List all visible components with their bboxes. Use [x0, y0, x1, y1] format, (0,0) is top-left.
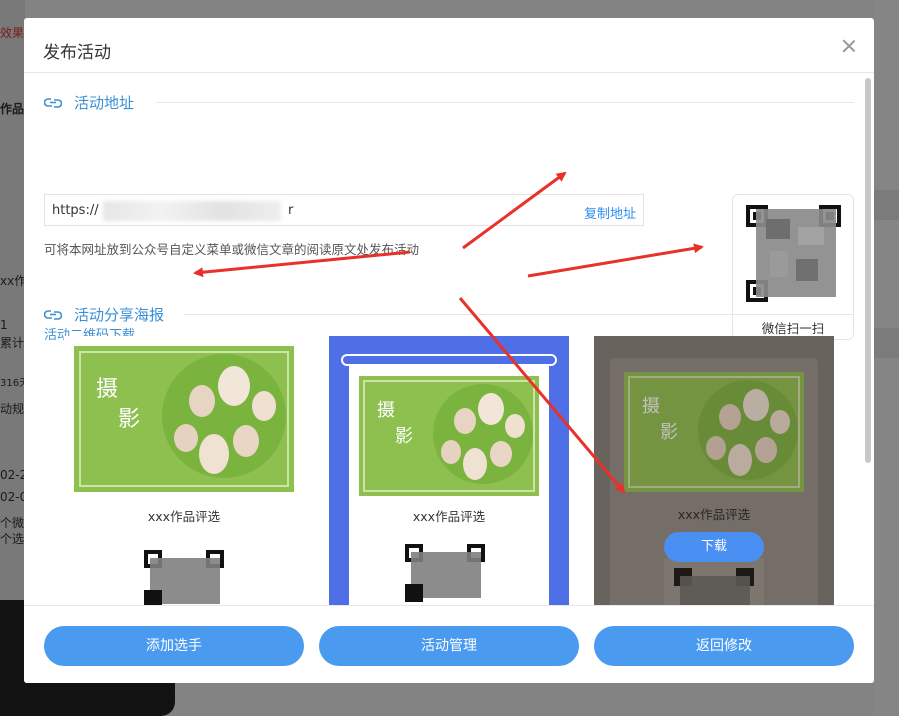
publish-activity-dialog: 发布活动 活动地址 https:// r 复制地址 可将本网址放到公众号自定义菜…	[24, 18, 874, 683]
poster-template-3[interactable]: 摄 影 xxx作品评选 下载	[594, 336, 834, 626]
svg-text:影: 影	[395, 426, 413, 447]
link-icon	[44, 98, 62, 108]
poster-caption: xxx作品评选	[147, 509, 221, 524]
poster-template-1[interactable]: 摄 影 xxx作品评选	[64, 336, 304, 608]
qr-code-icon	[405, 544, 485, 602]
svg-text:摄: 摄	[96, 377, 118, 402]
dialog-header: 发布活动	[24, 18, 874, 73]
qr-code-icon	[144, 550, 224, 608]
poster-qr-code	[395, 534, 495, 602]
url-prefix: https://	[52, 203, 99, 218]
section-title-address: 活动地址	[74, 94, 135, 112]
poster-artwork: 摄 影	[359, 376, 539, 496]
qr-code-icon	[746, 205, 841, 302]
dialog-scrollbar[interactable]	[865, 78, 871, 463]
url-redacted	[103, 201, 281, 221]
link-icon	[44, 310, 62, 320]
dialog-title: 发布活动	[43, 43, 111, 63]
poster-image: 摄 影	[74, 346, 294, 492]
poster-hover-mask	[594, 336, 834, 606]
section-title-posters: 活动分享海报	[74, 306, 165, 324]
close-icon[interactable]	[842, 39, 856, 53]
url-hint-text: 可将本网址放到公众号自定义菜单或微信文章的阅读原文处发布活动	[44, 242, 420, 257]
poster-image: 摄 影	[359, 376, 539, 496]
poster-caption: xxx作品评选	[412, 509, 486, 524]
url-suffix: r	[288, 203, 294, 218]
copy-url-button[interactable]: 复制地址	[584, 203, 636, 222]
poster-ribbon	[341, 354, 557, 366]
section-divider	[184, 314, 854, 315]
dialog-footer: 添加选手 活动管理 返回修改	[24, 605, 874, 683]
activity-manage-button[interactable]: 活动管理	[319, 626, 579, 666]
poster-artwork: 摄 影	[74, 346, 294, 492]
activity-url-field[interactable]: https:// r 复制地址	[44, 194, 644, 226]
svg-text:影: 影	[118, 407, 140, 432]
section-header-address: 活动地址	[44, 92, 854, 114]
back-edit-button[interactable]: 返回修改	[594, 626, 854, 666]
add-player-button[interactable]: 添加选手	[44, 626, 304, 666]
svg-text:摄: 摄	[377, 400, 395, 421]
section-header-posters: 活动分享海报	[44, 304, 854, 326]
poster-qr-code	[134, 540, 234, 608]
poster-inner-card: 摄 影 xxx作品评选	[349, 360, 549, 620]
section-divider	[156, 102, 854, 103]
poster-template-2[interactable]: 摄 影 xxx作品评选	[329, 336, 569, 620]
poster-download-button[interactable]: 下载	[664, 532, 764, 562]
